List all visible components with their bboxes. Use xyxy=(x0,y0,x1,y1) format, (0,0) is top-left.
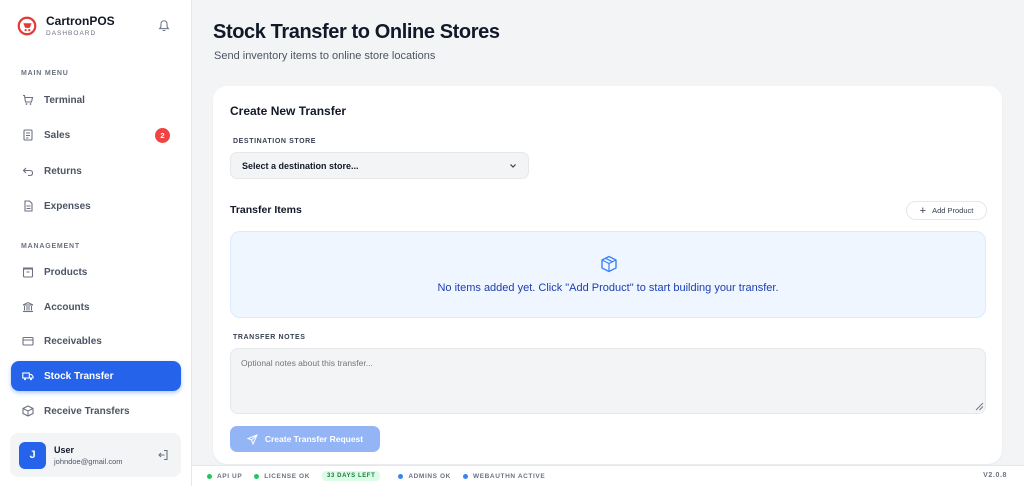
card-title: Create New Transfer xyxy=(230,104,347,118)
destination-store-select[interactable]: Select a destination store... xyxy=(230,152,529,179)
create-transfer-request-label: Create Transfer Request xyxy=(264,434,364,444)
package-icon xyxy=(601,255,617,273)
receivables-icon xyxy=(22,335,34,347)
status-dot-icon xyxy=(398,473,404,479)
webauthn-status-text: WEBAUTHN ACTIVE xyxy=(472,472,546,480)
sidebar-item-label: Receivables xyxy=(44,335,102,347)
main-menu-label: MAIN MENU xyxy=(21,70,69,77)
send-icon xyxy=(246,433,258,445)
transfer-items-title: Transfer Items xyxy=(230,204,302,216)
transfer-notes-label: TRANSFER NOTES xyxy=(233,334,306,341)
app-subtitle: DASHBOARD xyxy=(46,30,97,37)
sidebar-item-label: Receive Transfers xyxy=(44,405,130,417)
sidebar-item-label: Accounts xyxy=(44,301,90,313)
status-dot-icon xyxy=(254,473,260,479)
sidebar-item-label: Stock Transfer xyxy=(44,370,114,382)
cartronpos-logo-icon xyxy=(17,16,37,35)
logout-icon[interactable] xyxy=(157,449,169,461)
sidebar-item-products[interactable]: Products xyxy=(11,257,181,287)
user-email: johndoe@gmail.com xyxy=(54,456,123,466)
terminal-icon xyxy=(22,94,34,106)
returns-icon xyxy=(22,165,34,177)
add-product-label: Add Product xyxy=(932,206,974,215)
user-card[interactable]: J User johndoe@gmail.com xyxy=(10,433,181,477)
license-status-text: LICENSE OK xyxy=(264,472,311,480)
api-status-text: API UP xyxy=(217,472,243,480)
box-icon xyxy=(22,405,34,417)
sales-icon xyxy=(22,129,34,141)
app-version: V2.0.8 xyxy=(983,472,1007,479)
management-label: MANAGEMENT xyxy=(21,243,80,250)
accounts-icon xyxy=(22,301,34,313)
transfer-items-empty-state: No items added yet. Click "Add Product" … xyxy=(230,231,986,318)
avatar: J xyxy=(19,441,46,469)
status-bar: API UP LICENSE OK 33 DAYS LEFT ADMINS OK… xyxy=(192,465,1024,486)
sidebar-item-accounts[interactable]: Accounts xyxy=(11,292,181,322)
sidebar-item-label: Sales xyxy=(44,129,71,141)
status-dot-icon xyxy=(207,473,212,479)
sidebar-item-label: Expenses xyxy=(44,200,91,212)
empty-state-message: No items added yet. Click "Add Product" … xyxy=(437,282,779,294)
sidebar-item-terminal[interactable]: Terminal xyxy=(11,85,181,115)
transfer-notes-input[interactable] xyxy=(230,348,986,414)
license-status: LICENSE OK xyxy=(254,473,310,480)
products-icon xyxy=(22,266,34,278)
api-status: API UP xyxy=(207,473,242,480)
admins-status: ADMINS OK xyxy=(398,473,451,480)
page-title: Stock Transfer to Online Stores xyxy=(213,21,500,43)
sidebar-item-receive-transfers[interactable]: Receive Transfers xyxy=(11,396,181,426)
status-dot-icon xyxy=(462,473,468,479)
destination-store-value: Select a destination store... xyxy=(242,160,359,171)
days-left-badge: 33 DAYS LEFT xyxy=(322,471,381,481)
sidebar-item-label: Returns xyxy=(44,165,82,177)
sidebar-item-label: Terminal xyxy=(44,94,85,106)
bell-icon[interactable] xyxy=(157,19,171,33)
expenses-icon xyxy=(22,200,34,212)
add-product-button[interactable]: + Add Product xyxy=(906,201,987,220)
sidebar-item-expenses[interactable]: Expenses xyxy=(11,191,181,221)
user-name: User xyxy=(54,444,75,455)
sidebar-item-sales[interactable]: Sales 2 xyxy=(11,120,181,150)
brand[interactable]: CartronPOS DASHBOARD xyxy=(16,14,115,37)
app-name: CartronPOS xyxy=(46,14,115,28)
truck-icon xyxy=(22,370,34,382)
sidebar: CartronPOS DASHBOARD MAIN MENU Terminal … xyxy=(0,0,192,486)
resize-grip-icon[interactable] xyxy=(975,402,984,411)
sales-count-badge: 2 xyxy=(155,128,170,143)
webauthn-status: WEBAUTHN ACTIVE xyxy=(462,472,546,480)
destination-store-label: DESTINATION STORE xyxy=(233,138,317,145)
create-transfer-request-button[interactable]: Create Transfer Request xyxy=(230,426,380,452)
sidebar-item-receivables[interactable]: Receivables xyxy=(11,326,181,356)
plus-icon: + xyxy=(919,204,927,217)
create-transfer-card: Create New Transfer DESTINATION STORE Se… xyxy=(213,86,1002,464)
sidebar-item-label: Products xyxy=(44,266,88,278)
admins-status-text: ADMINS OK xyxy=(408,472,451,480)
page-subtitle: Send inventory items to online store loc… xyxy=(214,50,436,62)
chevron-down-icon xyxy=(510,164,516,168)
sidebar-item-returns[interactable]: Returns xyxy=(11,156,181,186)
sidebar-item-stock-transfer[interactable]: Stock Transfer xyxy=(11,361,181,391)
